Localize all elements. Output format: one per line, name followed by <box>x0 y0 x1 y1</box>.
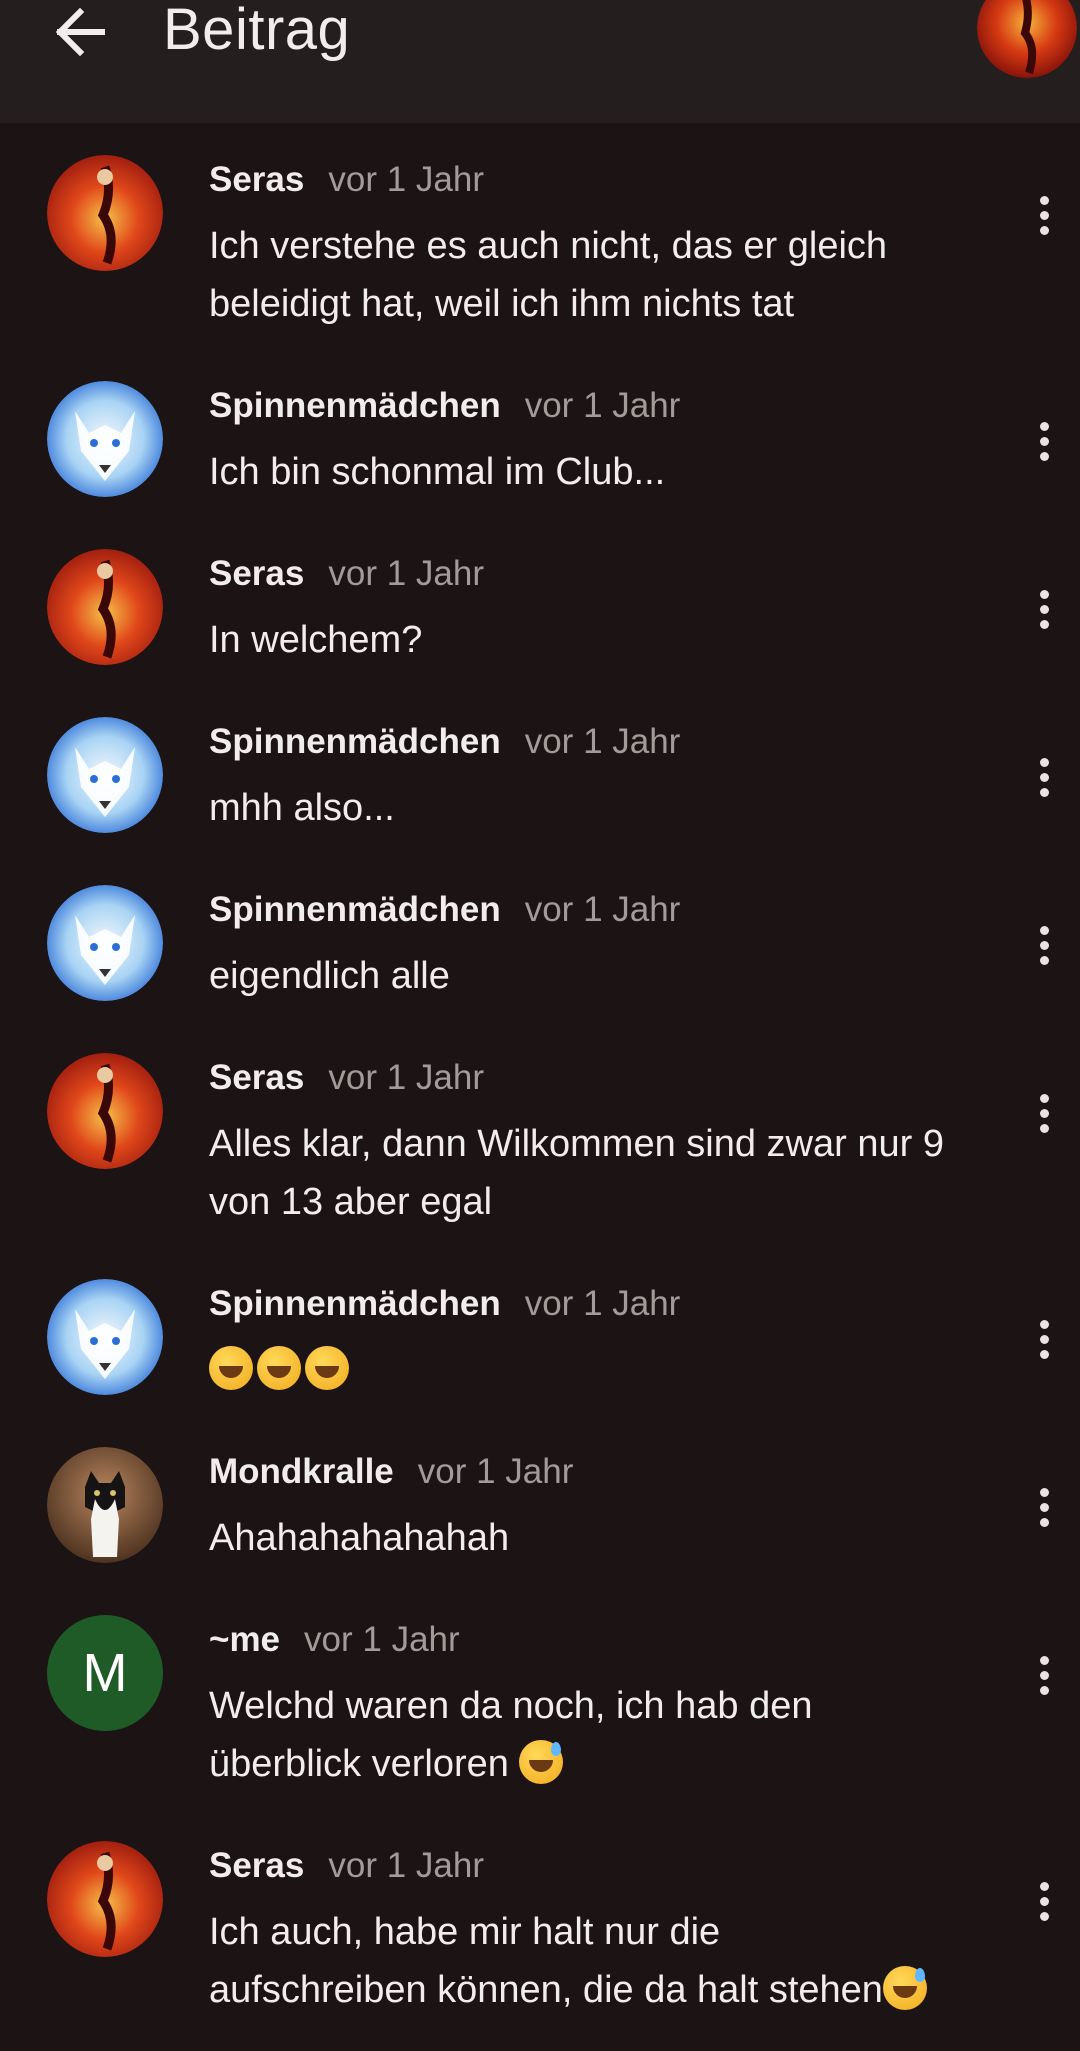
comment-text: Ich auch, habe mir halt nur die aufschre… <box>209 1903 1009 2019</box>
comment-header: Spinnenmädchen vor 1 Jahr <box>209 1280 680 1328</box>
comment-time: vor 1 Jahr <box>524 386 681 425</box>
comment-line: beleidigt hat, weil ich ihm nichts tat <box>209 283 795 325</box>
laughing-emoji-icon <box>209 1346 253 1390</box>
comment-text <box>209 1341 1009 1399</box>
comment-time: vor 1 Jahr <box>328 1846 484 1885</box>
fire-avatar[interactable] <box>47 1053 163 1169</box>
comment-text: Alles klar, dann Wilkommen sind zwar nur… <box>209 1115 1009 1231</box>
comment-time: vor 1 Jahr <box>328 554 484 593</box>
comment-header: Spinnenmädchen vor 1 Jahr <box>209 718 680 766</box>
back-arrow-icon[interactable] <box>44 0 116 64</box>
comment-text: Ahahahahahahah <box>209 1509 1009 1567</box>
fire-avatar[interactable] <box>47 1841 163 1957</box>
more-options-icon[interactable] <box>1026 1645 1062 1705</box>
comment-line: eigendlich alle <box>209 955 450 997</box>
comment-time: vor 1 Jahr <box>524 722 681 761</box>
comment-line: In welchem? <box>209 619 423 661</box>
comment-text: Ich bin schonmal im Club... <box>209 443 1009 501</box>
comment-line: von 13 aber egal <box>209 1181 493 1223</box>
comment-header: Spinnenmädchen vor 1 Jahr <box>209 382 680 430</box>
more-options-icon[interactable] <box>1026 1871 1062 1931</box>
comment-author[interactable]: Seras <box>209 160 304 200</box>
wolf-avatar[interactable] <box>47 1279 163 1395</box>
comment-author[interactable]: ~me <box>209 1620 280 1660</box>
comment-text: eigendlich alle <box>209 947 1009 1005</box>
comment-author[interactable]: Spinnenmädchen <box>209 1284 501 1324</box>
comment-header: Mondkralle vor 1 Jahr <box>209 1448 573 1496</box>
comment-line: aufschreiben können, die da halt stehen <box>209 1969 883 2011</box>
sweat-smile-emoji-icon <box>519 1740 564 1784</box>
more-options-icon[interactable] <box>1026 915 1062 975</box>
more-options-icon[interactable] <box>1026 1477 1062 1537</box>
app-bar: Beitrag <box>0 0 1080 123</box>
comment-time: vor 1 Jahr <box>304 1620 460 1659</box>
comment-time: vor 1 Jahr <box>524 890 681 929</box>
comment-author[interactable]: Seras <box>209 1846 304 1886</box>
comment-line: Ich auch, habe mir halt nur die <box>209 1911 721 1953</box>
sweat-smile-emoji-icon <box>882 1966 927 2010</box>
comment-line: mhh also... <box>209 787 395 829</box>
wolf-avatar[interactable] <box>47 381 163 497</box>
comment-line: Ich verstehe es auch nicht, das er gleic… <box>209 225 888 267</box>
comment-time: vor 1 Jahr <box>328 160 484 199</box>
letter-avatar[interactable]: M <box>47 1615 163 1731</box>
more-options-icon[interactable] <box>1026 1309 1062 1369</box>
more-options-icon[interactable] <box>1026 411 1062 471</box>
comment-author[interactable]: Spinnenmädchen <box>209 890 501 930</box>
comment-text: mhh also... <box>209 779 1009 837</box>
comment-text: Ich verstehe es auch nicht, das er gleic… <box>209 217 1009 333</box>
comment-header: ~me vor 1 Jahr <box>209 1616 460 1664</box>
user-avatar[interactable] <box>977 0 1077 78</box>
more-options-icon[interactable] <box>1026 185 1062 245</box>
page-title: Beitrag <box>163 0 351 62</box>
more-options-icon[interactable] <box>1026 747 1062 807</box>
comment-header: Seras vor 1 Jahr <box>209 1842 484 1890</box>
comment-line: überblick verloren <box>209 1743 509 1785</box>
comment-line: Ich bin schonmal im Club... <box>209 451 666 493</box>
comment-header: Seras vor 1 Jahr <box>209 156 484 204</box>
laughing-emoji-icon <box>257 1346 301 1390</box>
comment-author[interactable]: Spinnenmädchen <box>209 722 501 762</box>
wolf-avatar[interactable] <box>47 717 163 833</box>
comment-line: Ahahahahahahah <box>209 1517 510 1559</box>
comment-header: Seras vor 1 Jahr <box>209 1054 484 1102</box>
comment-author[interactable]: Mondkralle <box>209 1452 394 1492</box>
comment-author[interactable]: Seras <box>209 1058 304 1098</box>
comment-time: vor 1 Jahr <box>524 1284 681 1323</box>
more-options-icon[interactable] <box>1026 579 1062 639</box>
cat-avatar[interactable] <box>47 1447 163 1563</box>
comment-header: Seras vor 1 Jahr <box>209 550 484 598</box>
wolf-avatar[interactable] <box>47 885 163 1001</box>
comment-time: vor 1 Jahr <box>328 1058 484 1097</box>
comment-text: Welchd waren da noch, ich hab den überbl… <box>209 1677 1009 1793</box>
comment-line: Welchd waren da noch, ich hab den <box>209 1685 813 1727</box>
comment-author[interactable]: Spinnenmädchen <box>209 386 501 426</box>
comment-header: Spinnenmädchen vor 1 Jahr <box>209 886 680 934</box>
laughing-emoji-icon <box>305 1346 349 1390</box>
comment-time: vor 1 Jahr <box>417 1452 574 1491</box>
comment-line: Alles klar, dann Wilkommen sind zwar nur… <box>209 1123 944 1165</box>
comment-author[interactable]: Seras <box>209 554 304 594</box>
more-options-icon[interactable] <box>1026 1083 1062 1143</box>
fire-avatar[interactable] <box>47 155 163 271</box>
comment-text: In welchem? <box>209 611 1009 669</box>
fire-avatar[interactable] <box>47 549 163 665</box>
